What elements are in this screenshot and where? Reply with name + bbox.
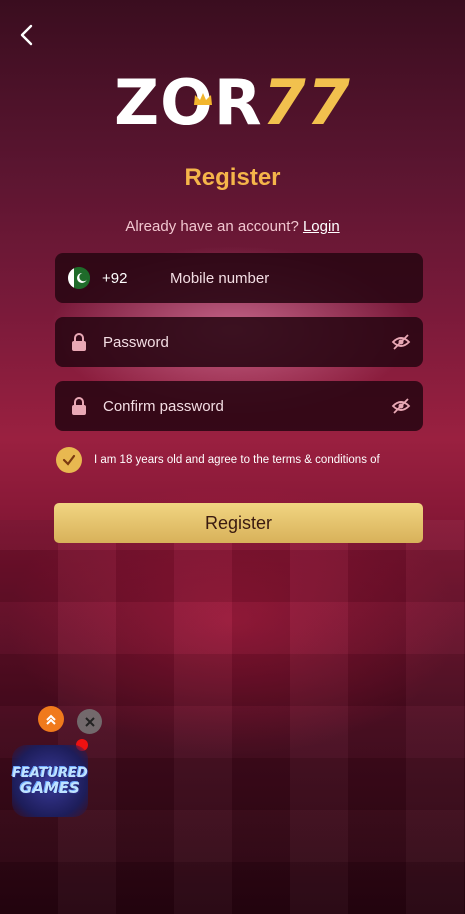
register-button[interactable]: Register bbox=[54, 503, 423, 543]
scroll-up-icon[interactable] bbox=[38, 706, 64, 732]
featured-games-button[interactable]: FEATURED GAMES bbox=[12, 745, 88, 817]
login-prompt: Already have an account? Login bbox=[0, 218, 465, 235]
background-floor bbox=[0, 520, 465, 914]
brand-logo: ZOR77 bbox=[0, 70, 465, 136]
eye-hidden-icon[interactable] bbox=[391, 332, 411, 352]
terms-checkbox[interactable] bbox=[56, 447, 82, 473]
password-input[interactable]: Password bbox=[103, 334, 169, 351]
login-link[interactable]: Login bbox=[303, 218, 340, 235]
confirm-password-input[interactable]: Confirm password bbox=[103, 398, 224, 415]
checkmark-icon bbox=[62, 454, 76, 466]
terms-row: I am 18 years old and agree to the terms… bbox=[56, 447, 380, 473]
eye-hidden-icon[interactable] bbox=[391, 396, 411, 416]
country-code[interactable]: +92 bbox=[102, 270, 170, 287]
terms-text: I am 18 years old and agree to the terms… bbox=[94, 454, 380, 466]
lock-icon bbox=[72, 397, 86, 415]
back-arrow-icon[interactable] bbox=[14, 22, 40, 48]
crown-icon bbox=[192, 90, 214, 113]
games-label: GAMES bbox=[20, 779, 80, 797]
close-icon[interactable] bbox=[77, 709, 102, 734]
mobile-number-input[interactable]: Mobile number bbox=[170, 270, 269, 287]
login-prompt-text: Already have an account? bbox=[125, 218, 299, 235]
lock-icon bbox=[72, 333, 86, 351]
logo-text: ZOR bbox=[114, 66, 263, 139]
pakistan-flag-icon bbox=[68, 267, 90, 289]
mobile-field[interactable]: +92 Mobile number bbox=[55, 253, 423, 303]
confirm-password-field[interactable]: Confirm password bbox=[55, 381, 423, 431]
logo-number: 77 bbox=[262, 66, 351, 139]
password-field[interactable]: Password bbox=[55, 317, 423, 367]
page-title: Register bbox=[184, 164, 281, 191]
